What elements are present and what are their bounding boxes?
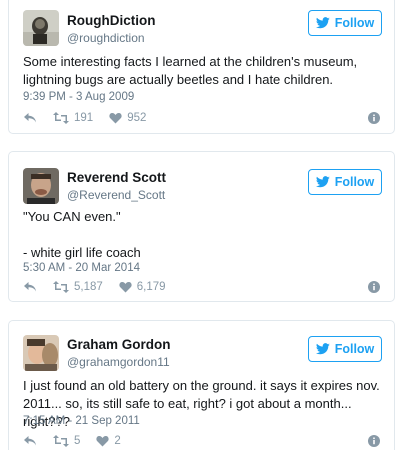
tweet-actions: 5,187 6,179 [23,279,380,295]
tweet-card: Graham Gordon @grahamgordon11 Follow I j… [8,320,395,450]
follow-label: Follow [334,16,375,30]
heart-icon [96,435,110,447]
info-icon [368,281,380,293]
follow-button[interactable]: Follow [308,336,382,362]
twitter-bird-icon [315,176,330,188]
display-name[interactable]: Graham Gordon [67,337,171,353]
avatar[interactable] [23,168,59,204]
tweet-text: Some interesting facts I learned at the … [23,54,358,87]
heart-icon [119,281,132,293]
follow-label: Follow [334,342,375,356]
retweet-count: 5 [74,435,81,447]
info-button[interactable] [368,435,380,447]
reply-icon [23,435,37,447]
info-icon [368,112,380,124]
follow-label: Follow [334,175,375,189]
retweet-button[interactable]: 5 [53,435,80,447]
twitter-bird-icon [315,17,330,29]
tweet-timestamp[interactable]: 5:30 AM - 20 Mar 2014 [23,262,140,274]
user-names: Reverend Scott @Reverend_Scott [67,170,166,203]
tweet-timestamp[interactable]: 7:15 AM - 21 Sep 2011 [23,415,140,427]
tweet-feed: RoughDiction @roughdiction Follow Some i… [0,0,401,450]
like-count: 2 [114,435,121,447]
reply-icon [23,281,37,293]
like-count: 6,179 [136,281,166,293]
like-button[interactable]: 6,179 [119,281,166,293]
reply-button[interactable] [23,435,37,447]
reply-button[interactable] [23,112,37,124]
follow-button[interactable]: Follow [308,10,382,36]
avatar[interactable] [23,335,59,371]
info-button[interactable] [368,281,380,293]
retweet-button[interactable]: 191 [53,112,93,124]
user-names: Graham Gordon @grahamgordon11 [67,337,171,370]
retweet-icon [53,112,69,124]
tweet-actions: 191 952 [23,110,380,126]
avatar[interactable] [23,10,59,46]
like-button[interactable]: 2 [96,435,121,447]
tweet-timestamp[interactable]: 9:39 PM - 3 Aug 2009 [23,91,134,103]
tweet-card: Reverend Scott @Reverend_Scott Follow "Y… [8,151,395,302]
retweet-count: 191 [74,112,94,124]
like-count: 952 [127,112,147,124]
display-name[interactable]: Reverend Scott [67,170,166,186]
like-button[interactable]: 952 [109,112,146,124]
retweet-icon [53,281,69,293]
twitter-bird-icon [315,343,330,355]
reply-icon [23,112,37,124]
heart-icon [109,112,122,124]
retweet-icon [53,435,69,447]
user-names: RoughDiction @roughdiction [67,13,155,46]
user-handle[interactable]: @Reverend_Scott [67,188,166,203]
tweet-actions: 5 2 [23,433,380,449]
retweet-button[interactable]: 5,187 [53,281,103,293]
info-button[interactable] [368,112,380,124]
user-handle[interactable]: @roughdiction [67,31,155,46]
tweet-text: "You CAN even." - white girl life coach [23,209,141,260]
retweet-count: 5,187 [74,281,103,293]
display-name[interactable]: RoughDiction [67,13,155,29]
tweet-card: RoughDiction @roughdiction Follow Some i… [8,0,395,134]
reply-button[interactable] [23,281,37,293]
user-handle[interactable]: @grahamgordon11 [67,355,171,370]
info-icon [368,435,380,447]
follow-button[interactable]: Follow [308,169,382,195]
